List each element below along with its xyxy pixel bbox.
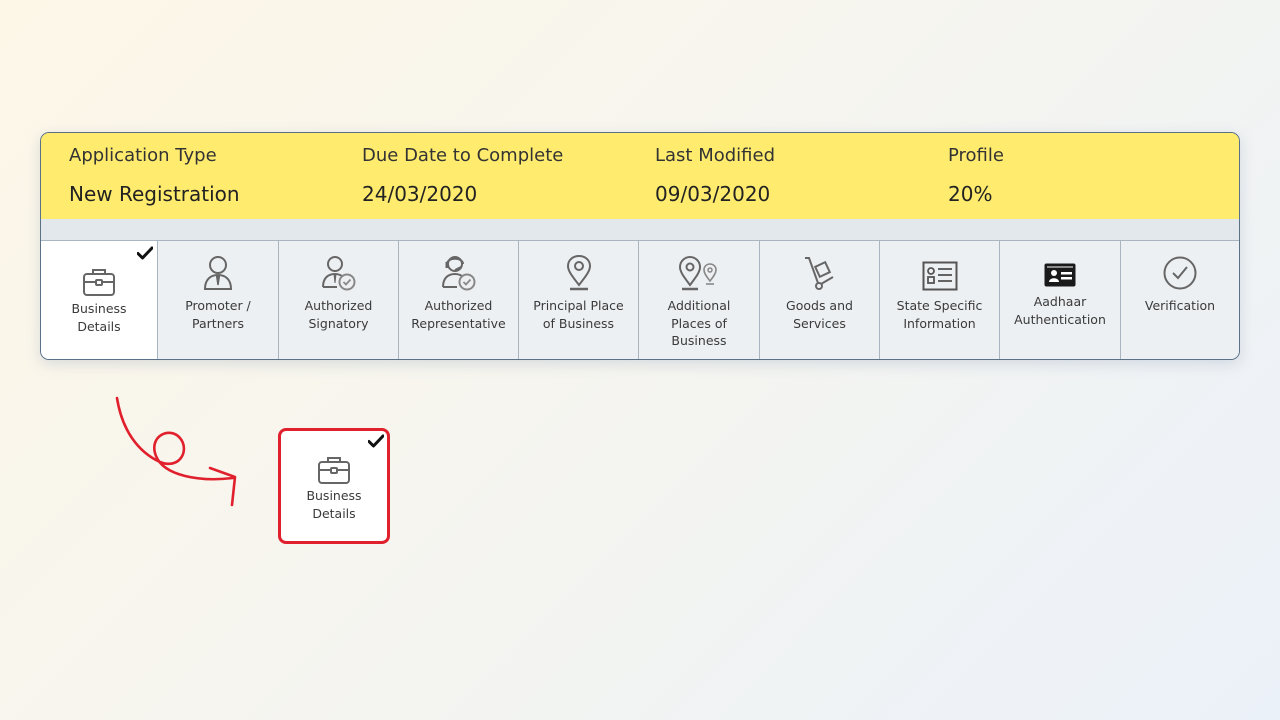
registration-steps-tabs: Business Details Promoter / Partners Aut… [41,241,1239,359]
application-summary-header: Application Type New Registration Due Da… [41,133,1239,219]
tab-goods-and-services[interactable]: Goods and Services [759,241,879,359]
tab-label: Aadhaar Authentication [1014,294,1106,327]
profile-value: 20% [948,182,993,206]
person-check-icon [321,253,357,291]
curly-arrow-annotation [115,396,237,507]
last-modified-value: 09/03/2020 [655,182,771,206]
tab-label: State Specific Information [896,298,983,331]
person-tie-icon [201,253,235,291]
tab-promoter-partners[interactable]: Promoter / Partners [157,241,278,359]
tab-additional-places-of-business[interactable]: Additional Places of Business [638,241,759,359]
tab-authorized-signatory[interactable]: Authorized Signatory [278,241,398,359]
tab-label: Promoter / Partners [185,298,251,331]
info-card-icon [922,253,958,291]
tab-label: Authorized Signatory [304,298,373,331]
last-modified-label: Last Modified [655,145,776,166]
header-divider [41,219,1239,241]
application-type-value: New Registration [69,182,240,206]
completed-check-icon [136,245,154,264]
callout-label: Business Details [306,488,362,521]
business-details-callout[interactable]: Business Details [278,428,390,544]
due-date-value: 24/03/2020 [362,182,478,206]
briefcase-icon [82,261,116,297]
tab-principal-place-of-business[interactable]: Principal Place of Business [518,241,638,359]
check-circle-icon [1162,253,1198,291]
completed-check-icon [367,433,385,452]
tab-state-specific-information[interactable]: State Specific Information [879,241,999,359]
tab-business-details[interactable]: Business Details [41,241,157,359]
tab-verification[interactable]: Verification [1120,241,1239,359]
briefcase-icon [317,449,351,485]
hand-truck-icon [802,253,838,291]
headset-person-check-icon [441,253,477,291]
tab-label: Authorized Representative [411,298,506,331]
tab-label: Business Details [71,301,127,334]
tab-label: Additional Places of Business [667,298,731,348]
tab-authorized-representative[interactable]: Authorized Representative [398,241,518,359]
profile-label: Profile [948,145,1004,166]
tab-aadhaar-authentication[interactable]: Aadhaar Authentication [999,241,1120,359]
id-card-icon [1044,253,1076,287]
due-date-label: Due Date to Complete [362,145,564,166]
tab-label: Verification [1144,298,1216,313]
application-type-label: Application Type [69,145,217,166]
tab-label: Principal Place of Business [533,298,624,331]
map-pin-icon [564,253,594,291]
map-pins-icon [677,253,721,291]
application-status-panel: Application Type New Registration Due Da… [40,132,1240,360]
tab-label: Goods and Services [786,298,853,331]
